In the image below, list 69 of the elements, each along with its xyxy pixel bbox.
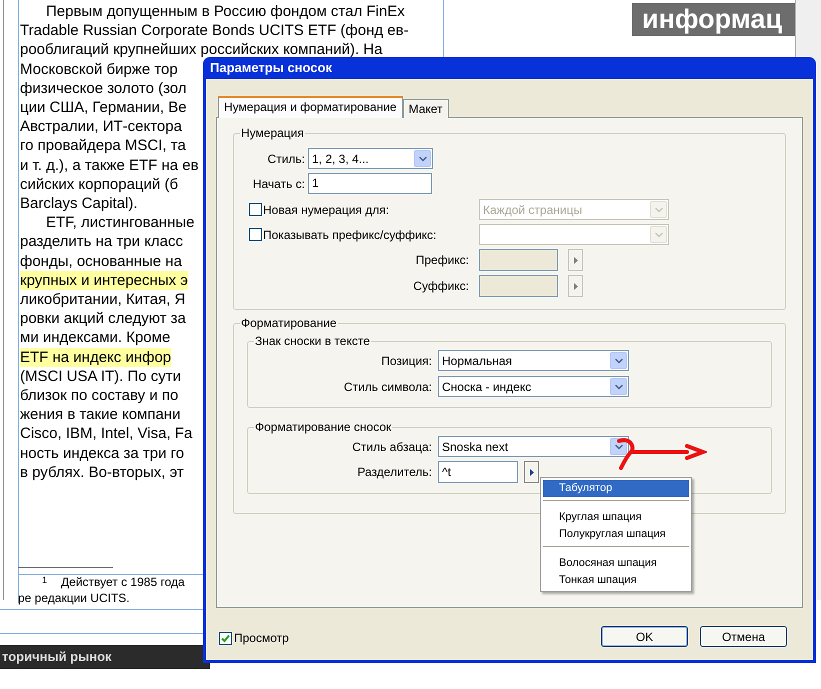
banner: информац xyxy=(632,3,795,36)
flyout-button[interactable] xyxy=(524,461,539,483)
dropdown[interactable]: 1, 2, 3, 4... xyxy=(308,148,433,169)
checkbox[interactable] xyxy=(219,632,232,644)
footnote-mark: 1 xyxy=(42,574,48,586)
menu-item[interactable]: Волосяная шпация xyxy=(543,555,689,572)
menu-item[interactable]: Круглая шпация xyxy=(543,509,689,526)
caret-right-icon xyxy=(574,282,578,290)
group-title: Нумерация xyxy=(240,125,305,142)
checkbox-label: Новая нумерация для: xyxy=(263,202,390,218)
checkbox-label: Просмотр xyxy=(234,630,289,647)
group-title: Форматирование xyxy=(240,315,338,332)
menu-item[interactable]: Табулятор xyxy=(543,480,689,497)
field-label: Префикс: xyxy=(414,252,469,269)
document-text-line: рооблигаций крупнейших российских компаний). На xyxy=(20,40,382,60)
dropdown[interactable]: Сноска - индекс xyxy=(438,376,629,397)
document-text-line: ETF, листингованные xyxy=(45,213,194,232)
document-text-line: ность индекса за три го xyxy=(20,444,184,463)
document-text-line: ликобритании, Китая, Я xyxy=(20,290,186,310)
input-field[interactable]: ^t xyxy=(438,461,518,483)
field-label: Стиль символа: xyxy=(342,378,432,396)
field-label: Начать с: xyxy=(252,176,305,192)
document-text-line: Московской бирже тор xyxy=(20,60,178,79)
document-text-line: и т. д.), а также ETF на ев xyxy=(20,156,199,175)
document-text-line: Barclays Capital). xyxy=(20,194,138,214)
document-text-line: фонды, основанные на xyxy=(20,252,182,271)
window-title: Параметры сносок xyxy=(210,59,332,78)
document-text-line: жения в такие компани xyxy=(20,405,180,424)
document-text-line: в рублях. Во-вторых, эт xyxy=(20,462,184,482)
caret-right-icon xyxy=(530,468,534,476)
caret-right-icon xyxy=(574,256,578,264)
tab[interactable]: Нумерация и форматирование xyxy=(218,96,403,118)
dropdown[interactable]: Snoska next xyxy=(438,436,629,457)
dialog-button[interactable]: OK xyxy=(601,626,688,647)
footnote-text: Действует с 1985 года xyxy=(61,574,185,590)
document-text-line: ровки акций следуют за xyxy=(20,309,186,328)
checkbox-label: Показывать префикс/суффикс: xyxy=(263,226,436,244)
dropdown[interactable]: Нормальная xyxy=(438,350,629,371)
document-text-line: го провайдера MSCI, та xyxy=(20,136,186,156)
group-title: Знак сноски в тексте xyxy=(254,333,371,350)
input-field[interactable] xyxy=(479,275,558,297)
input-field[interactable] xyxy=(479,249,558,271)
field-label: Стиль: xyxy=(266,150,305,168)
document-text-line: физическое золото (зол xyxy=(20,78,187,98)
section-bar: торичный рынок xyxy=(0,645,210,669)
check-icon xyxy=(221,634,230,642)
document-text-line: Cisco, IBM, Intel, Visa, Fa xyxy=(20,424,192,444)
menu-item[interactable]: Тонкая шпация xyxy=(543,572,689,589)
field-label: Суффикс: xyxy=(412,278,469,295)
document-text-line: Первым допущенным в Россию фондом стал FinEx xyxy=(45,2,405,22)
document-text-line: Tradable Russian Corporate Bonds UCITS ETF (фонд ев- xyxy=(20,21,409,40)
group-title: Форматирование сносок xyxy=(254,419,392,436)
input-field[interactable]: 1 xyxy=(308,173,432,194)
field-label: Позиция: xyxy=(380,352,432,370)
document-text-line: ции США, Германии, Ве xyxy=(20,98,187,118)
flyout-button[interactable] xyxy=(568,249,583,271)
field-label: Разделитель: xyxy=(356,464,432,481)
document-text-line: разделить на три класс xyxy=(20,232,184,252)
field-label: Стиль абзаца: xyxy=(351,438,432,456)
dialog-button[interactable]: Отмена xyxy=(700,626,787,647)
tab[interactable]: Макет xyxy=(402,99,449,118)
document-text-line: (MSCI USA IT). По сути xyxy=(20,366,182,386)
footnote-text: ре редакции UCITS. xyxy=(18,590,131,606)
document-text-line: близок по составу и по xyxy=(20,386,178,406)
menu-item[interactable]: Полукруглая шпация xyxy=(543,526,689,543)
document-text-line: ми индексами. Кроме xyxy=(20,328,170,348)
document-text-line: сийских корпораций (б xyxy=(20,174,178,194)
document-text-line: Австралии, ИТ-сектора xyxy=(20,117,182,136)
flyout-button[interactable] xyxy=(568,275,583,297)
